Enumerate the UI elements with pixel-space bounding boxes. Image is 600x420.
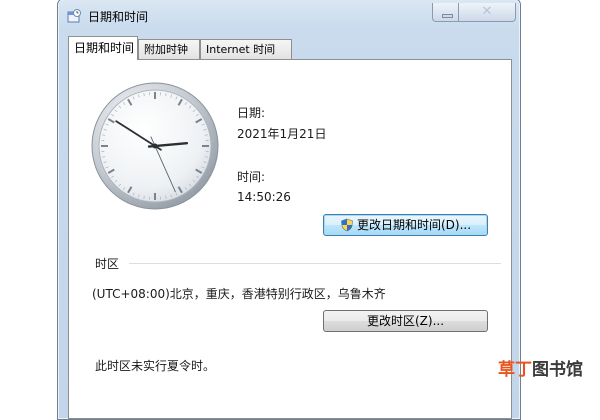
- tab-internet-time[interactable]: Internet 时间: [200, 39, 292, 59]
- tab-strip: 日期和时间 附加时钟 Internet 时间: [68, 36, 512, 60]
- close-icon: ✕: [482, 4, 493, 19]
- uac-shield-icon: [340, 218, 354, 232]
- analog-clock: [90, 81, 220, 211]
- tab-additional-clocks[interactable]: 附加时钟: [138, 39, 200, 59]
- minimize-button[interactable]: [432, 3, 460, 22]
- watermark-part-2: 图书馆: [532, 360, 583, 380]
- watermark-part-1: 草丁: [498, 360, 532, 380]
- clock-center-pin: [153, 144, 158, 149]
- tab-date-time[interactable]: 日期和时间: [68, 36, 138, 60]
- watermark: 草丁图书馆: [498, 355, 583, 380]
- date-label: 日期:: [237, 104, 265, 121]
- change-date-time-button[interactable]: 更改日期和时间(D)...: [323, 214, 488, 236]
- date-value: 2021年1月21日: [237, 125, 326, 142]
- timezone-separator: [129, 263, 501, 264]
- title-bar[interactable]: 日期和时间 ✕: [58, 0, 520, 29]
- timezone-section-label: 时区: [95, 255, 123, 272]
- datetime-app-icon: [67, 9, 81, 23]
- timezone-value: (UTC+08:00)北京，重庆，香港特别行政区，乌鲁木齐: [92, 285, 386, 302]
- change-timezone-button[interactable]: 更改时区(Z)...: [323, 310, 488, 332]
- window-title: 日期和时间: [88, 8, 148, 25]
- minimize-icon: [442, 14, 453, 18]
- close-button[interactable]: ✕: [458, 3, 516, 22]
- time-label: 时间:: [237, 168, 265, 185]
- change-date-time-label: 更改日期和时间(D)...: [357, 218, 471, 232]
- time-value: 14:50:26: [237, 190, 291, 204]
- tab-panel: 日期: 2021年1月21日 时间: 14:50:26 更改日期和时间(D)..…: [68, 59, 512, 419]
- dst-note: 此时区未实行夏令时。: [95, 357, 215, 374]
- date-time-dialog: 日期和时间 ✕ 日期和时间 附加时钟 Internet 时间: [57, 0, 521, 420]
